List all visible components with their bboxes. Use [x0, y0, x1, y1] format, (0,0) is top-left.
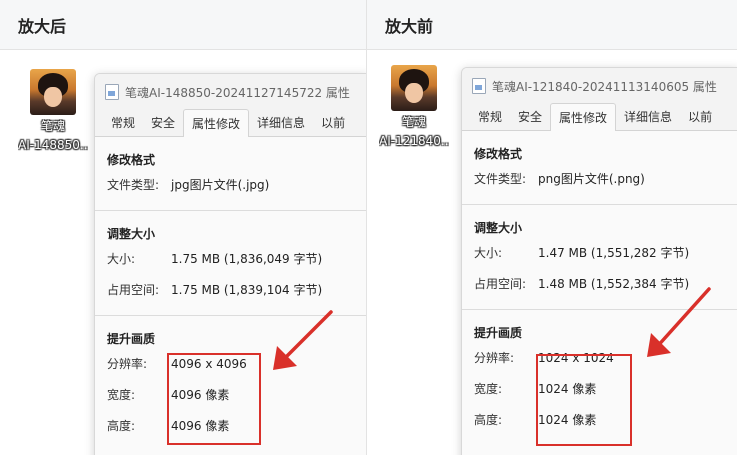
dialog-titlebar: 笔魂AI-148850-20241127145722 属性 — [95, 74, 366, 110]
file-name-line2: AI-121840... — [379, 134, 449, 148]
row-size: 大小: 1.47 MB (1,551,282 字节) — [474, 237, 737, 268]
divider — [95, 210, 366, 211]
width-label: 宽度: — [107, 388, 136, 402]
section-size: 调整大小 — [474, 221, 523, 235]
tab-property-modify[interactable]: 属性修改 — [183, 109, 250, 137]
tab-general[interactable]: 常规 — [103, 114, 143, 136]
tab-security[interactable]: 安全 — [510, 108, 550, 130]
file-type-label: 文件类型: — [107, 178, 160, 192]
tab-bar: 常规 安全 属性修改 详细信息 以前 — [462, 103, 737, 131]
file-name-line1: 笔魂 — [401, 115, 426, 129]
file-type-label: 文件类型: — [474, 172, 527, 186]
resolution-label: 分辨率: — [107, 357, 148, 371]
dialog-title: 笔魂AI-148850-20241127145722 属性 — [125, 85, 350, 100]
section-format: 修改格式 — [474, 147, 523, 161]
tab-security[interactable]: 安全 — [143, 114, 183, 136]
resolution-label: 分辨率: — [474, 351, 515, 365]
section-size: 调整大小 — [107, 227, 156, 241]
section-format: 修改格式 — [107, 153, 156, 167]
file-icon — [472, 78, 486, 94]
tab-details[interactable]: 详细信息 — [249, 114, 313, 136]
header-after: 放大后 — [0, 0, 366, 50]
row-file-type: 文件类型: png图片文件(.png) — [474, 163, 737, 194]
disk-size-value: 1.75 MB (1,839,104 字节) — [171, 283, 323, 297]
row-size: 大小: 1.75 MB (1,836,049 字节) — [107, 243, 366, 274]
desktop-file-icon[interactable]: 笔魂 AI-121840... — [379, 65, 449, 149]
desktop-file-icon[interactable]: 笔魂 AI-148850... — [18, 69, 88, 153]
file-type-value: jpg图片文件(.jpg) — [171, 178, 270, 192]
tab-previous[interactable]: 以前 — [680, 108, 720, 130]
tab-property-modify[interactable]: 属性修改 — [550, 103, 617, 131]
disk-size-label: 占用空间: — [107, 283, 160, 297]
width-label: 宽度: — [474, 382, 503, 396]
size-label: 大小: — [474, 246, 503, 260]
portrait-thumbnail-icon — [30, 69, 76, 115]
height-label: 高度: — [474, 413, 503, 427]
file-icon — [105, 84, 119, 100]
disk-size-label: 占用空间: — [474, 277, 527, 291]
file-type-value: png图片文件(.png) — [538, 172, 645, 186]
height-label: 高度: — [107, 419, 136, 433]
divider — [462, 204, 737, 205]
panel-before: 笔魂 AI-121840... 笔魂AI-121840-202411131406… — [367, 51, 737, 455]
highlight-box — [167, 353, 261, 445]
highlight-box — [536, 354, 632, 446]
dialog-titlebar: 笔魂AI-121840-20241113140605 属性 — [462, 68, 737, 104]
file-name-line1: 笔魂 — [40, 119, 65, 133]
row-file-type: 文件类型: jpg图片文件(.jpg) — [107, 169, 366, 200]
tab-bar: 常规 安全 属性修改 详细信息 以前 — [95, 109, 366, 137]
red-arrow-icon — [647, 287, 711, 357]
dialog-title: 笔魂AI-121840-20241113140605 属性 — [492, 79, 717, 94]
file-name-line2: AI-148850... — [18, 138, 88, 152]
size-label: 大小: — [107, 252, 136, 266]
header-before: 放大前 — [367, 0, 737, 50]
tab-details[interactable]: 详细信息 — [616, 108, 680, 130]
size-value: 1.75 MB (1,836,049 字节) — [171, 252, 323, 266]
portrait-thumbnail-icon — [391, 65, 437, 111]
size-value: 1.47 MB (1,551,282 字节) — [538, 246, 690, 260]
panel-after: 笔魂 AI-148850... 笔魂AI-148850-202411271457… — [0, 51, 366, 455]
tab-previous[interactable]: 以前 — [313, 114, 353, 136]
tab-general[interactable]: 常规 — [470, 108, 510, 130]
red-arrow-icon — [273, 310, 333, 370]
row-disk-size: 占用空间: 1.75 MB (1,839,104 字节) — [107, 274, 366, 305]
